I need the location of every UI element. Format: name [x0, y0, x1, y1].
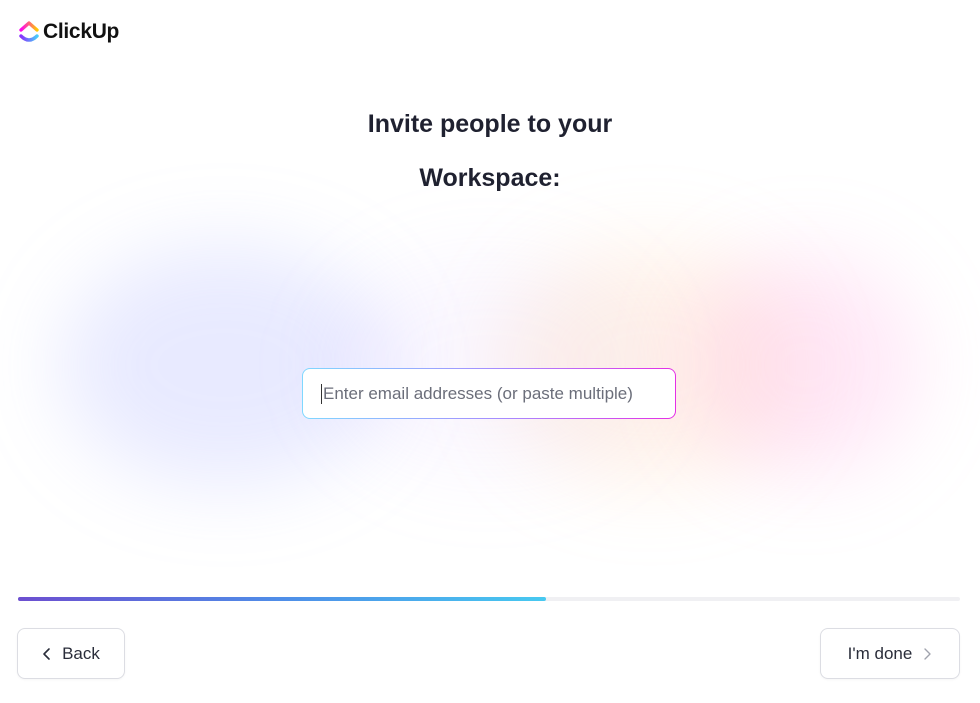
im-done-button[interactable]: I'm done	[820, 628, 960, 679]
chevron-right-icon	[924, 647, 932, 660]
back-button-label: Back	[62, 643, 100, 663]
back-button[interactable]: Back	[17, 628, 125, 679]
email-invite-input[interactable]	[323, 383, 653, 404]
text-caret	[321, 383, 322, 404]
progress-bar	[18, 597, 960, 601]
progress-bar-fill	[18, 597, 546, 601]
clickup-logo-icon	[19, 21, 39, 42]
email-field-frame	[302, 368, 676, 419]
page-title-line-1: Invite people to your	[367, 110, 613, 138]
clickup-logo[interactable]: ClickUp	[18, 20, 119, 44]
page-title-line-2: Workspace:	[419, 164, 561, 192]
chevron-left-icon	[43, 647, 50, 660]
im-done-button-label: I'm done	[847, 643, 913, 663]
logo-text: ClickUp	[43, 20, 120, 43]
